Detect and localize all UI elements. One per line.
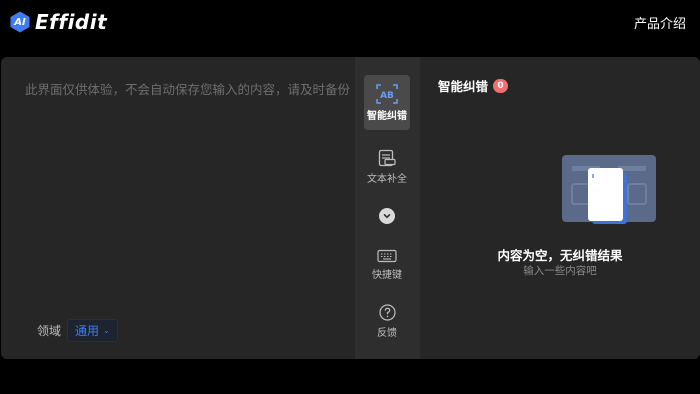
tool-smart-correction[interactable]: AB 智能纠错 bbox=[364, 75, 410, 130]
domain-value: 通用 bbox=[75, 324, 100, 338]
logo-badge-text: AI bbox=[14, 16, 26, 28]
error-count-badge: 0 bbox=[493, 78, 509, 93]
logo[interactable]: AI Effidit bbox=[8, 10, 107, 34]
tool-label: 快捷键 bbox=[372, 270, 402, 281]
domain-row: 领域 通用 ⌄ bbox=[37, 319, 118, 342]
tool-feedback[interactable]: 反馈 bbox=[364, 302, 410, 340]
panel-title: 智能纠错 bbox=[438, 79, 489, 94]
empty-document-icon bbox=[562, 155, 656, 224]
domain-label: 领域 bbox=[37, 324, 62, 338]
tool-label: 反馈 bbox=[377, 327, 397, 339]
side-toolbar: AB 智能纠错 文本补全 快捷键 反馈 bbox=[355, 57, 420, 359]
chevron-down-icon: ⌄ bbox=[103, 326, 110, 335]
panel-header: 智能纠错 0 bbox=[438, 76, 509, 95]
ab-correction-icon: AB bbox=[376, 83, 398, 104]
question-icon bbox=[378, 303, 396, 321]
empty-state-title: 内容为空，无纠错结果 bbox=[497, 248, 623, 263]
chevron-down-icon bbox=[383, 214, 391, 219]
tool-label: 智能纠错 bbox=[367, 110, 407, 122]
editor-area[interactable]: 此界面仅供体验，不会自动保存您输入的内容，请及时备份 领域 通用 ⌄ bbox=[1, 57, 355, 359]
product-intro-link[interactable]: 产品介绍 bbox=[634, 13, 686, 32]
tool-text-completion[interactable]: 文本补全 bbox=[364, 147, 410, 187]
correction-panel: 智能纠错 0 内容为空，无纠错结果 输入一些内容吧 bbox=[420, 57, 700, 359]
tool-label: 文本补全 bbox=[367, 174, 407, 185]
top-bar: AI Effidit 产品介绍 bbox=[0, 0, 700, 44]
logo-badge-icon: AI bbox=[8, 10, 32, 34]
ab-icon-text: AB bbox=[380, 91, 394, 101]
tool-shortcuts[interactable]: 快捷键 bbox=[364, 247, 410, 283]
empty-state-subtitle: 输入一些内容吧 bbox=[523, 265, 597, 277]
text-completion-icon bbox=[378, 149, 396, 167]
domain-select[interactable]: 通用 ⌄ bbox=[67, 319, 118, 342]
expand-toolbar-button[interactable] bbox=[379, 208, 395, 224]
brand-name: Effidit bbox=[35, 10, 108, 34]
editor-placeholder[interactable]: 此界面仅供体验，不会自动保存您输入的内容，请及时备份 bbox=[25, 79, 355, 98]
keyboard-icon bbox=[377, 249, 397, 263]
